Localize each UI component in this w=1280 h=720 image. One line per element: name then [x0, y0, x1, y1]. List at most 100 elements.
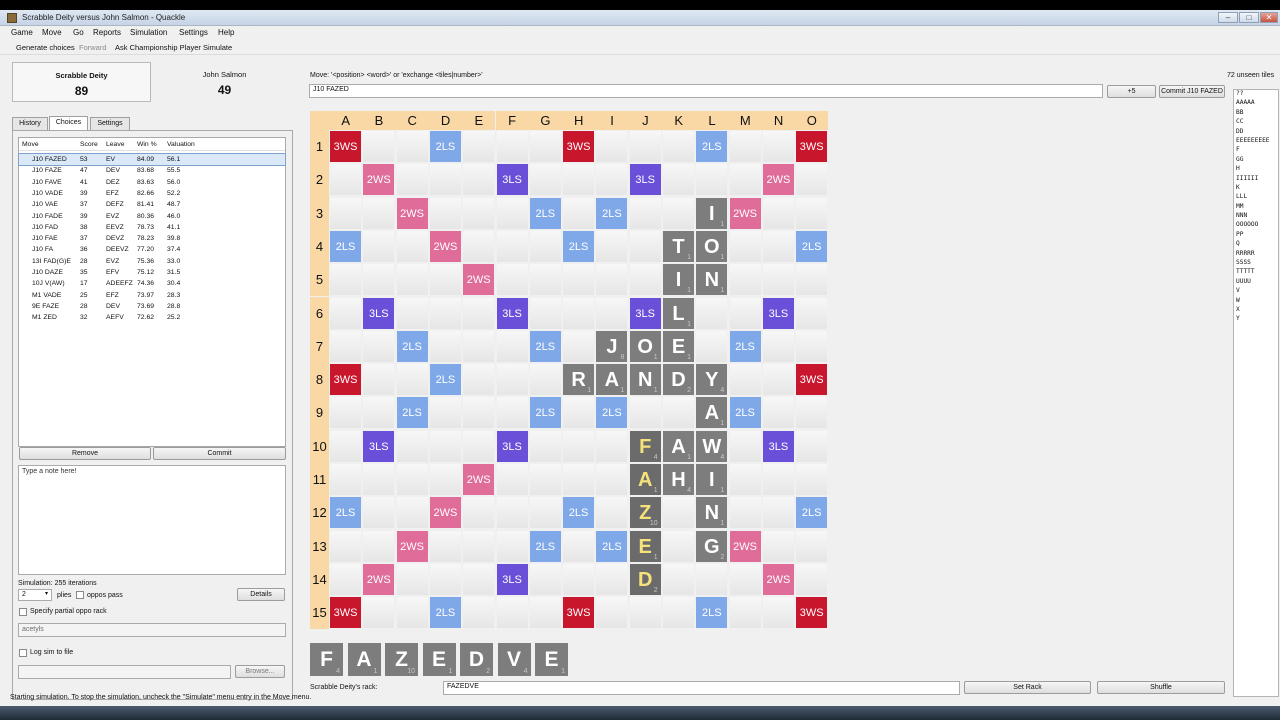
move-row[interactable]: J10 FAE 37 DEVZ 78.23 39.8 [19, 233, 285, 244]
board-square[interactable] [528, 163, 562, 197]
board-square[interactable] [528, 229, 562, 263]
partial-rack-checkbox[interactable] [19, 608, 27, 616]
board-square[interactable] [662, 396, 695, 430]
premium-square[interactable]: 2LS [428, 596, 462, 630]
rack-tile[interactable]: D2 [460, 643, 493, 676]
board-square[interactable] [462, 562, 496, 596]
maximize-button[interactable]: □ [1239, 12, 1259, 23]
board-square[interactable] [595, 130, 629, 163]
board-square[interactable] [728, 229, 762, 263]
premium-square[interactable]: 3LS [495, 163, 529, 197]
board-square[interactable] [528, 363, 562, 397]
oppos-pass-checkbox[interactable] [76, 591, 84, 599]
tab-settings[interactable]: Settings [90, 117, 130, 130]
menu-reports[interactable]: Reports [93, 28, 121, 37]
board-tile[interactable]: O1 [695, 229, 729, 263]
rack-tile[interactable]: Z 10 [385, 643, 418, 676]
board-square[interactable] [495, 329, 529, 363]
premium-square[interactable]: 3LS [761, 296, 795, 330]
board-square[interactable] [728, 562, 762, 596]
board-square[interactable] [495, 130, 529, 163]
board-square[interactable] [728, 163, 762, 197]
premium-square[interactable]: 2WS [462, 263, 496, 297]
board-square[interactable] [761, 229, 795, 263]
move-choices-list[interactable]: Move Score Leave Win % Valuation J10 FAZ… [18, 137, 286, 447]
board-square[interactable] [795, 263, 829, 297]
board-square[interactable] [395, 229, 429, 263]
move-row[interactable]: J10 FA 36 DEEVZ 77.20 37.4 [19, 244, 285, 255]
premium-square[interactable]: 2WS [728, 529, 762, 563]
board-square[interactable] [495, 263, 529, 297]
rack-tile[interactable]: F4 [310, 643, 343, 676]
board-square[interactable] [795, 196, 829, 230]
tab-choices[interactable]: Choices [49, 116, 88, 130]
board-square[interactable] [462, 529, 496, 563]
board-square[interactable] [462, 363, 496, 397]
board-square[interactable] [329, 529, 362, 563]
board-tile[interactable]: N1 [695, 263, 729, 297]
board-square[interactable] [395, 163, 429, 197]
premium-square[interactable]: 2LS [528, 196, 562, 230]
board-tile[interactable]: D2 [662, 363, 695, 397]
board-square[interactable] [428, 196, 462, 230]
board-square[interactable] [462, 596, 496, 630]
board-square[interactable] [562, 296, 596, 330]
board-square[interactable] [362, 329, 396, 363]
board-square[interactable] [662, 196, 695, 230]
board-square[interactable] [662, 496, 695, 530]
premium-square[interactable]: 3LS [628, 296, 662, 330]
board-square[interactable] [495, 363, 529, 397]
premium-square[interactable]: 3LS [495, 562, 529, 596]
board-tile[interactable]: W4 [695, 429, 729, 463]
premium-square[interactable]: 3LS [362, 429, 396, 463]
minimize-button[interactable]: – [1218, 12, 1238, 23]
premium-square[interactable]: 2WS [761, 562, 795, 596]
board-square[interactable] [628, 596, 662, 630]
board-square[interactable] [362, 529, 396, 563]
board-square[interactable] [728, 296, 762, 330]
board-square[interactable] [528, 496, 562, 530]
board-square[interactable] [395, 496, 429, 530]
col-valuation[interactable]: Valuation [167, 141, 195, 148]
premium-square[interactable]: 3LS [628, 163, 662, 197]
board-square[interactable] [562, 396, 596, 430]
board-square[interactable] [462, 229, 496, 263]
col-score[interactable]: Score [80, 141, 98, 148]
board-square[interactable] [795, 163, 829, 197]
board-square[interactable] [695, 562, 729, 596]
premium-square[interactable]: 2LS [428, 130, 462, 163]
board-tile[interactable]: E1 [662, 329, 695, 363]
board-square[interactable] [329, 396, 362, 430]
board-square[interactable] [395, 596, 429, 630]
board-square[interactable] [761, 130, 795, 163]
board-square[interactable] [761, 196, 795, 230]
board-square[interactable] [795, 396, 829, 430]
board-square[interactable] [528, 130, 562, 163]
board-square[interactable] [562, 463, 596, 496]
board-square[interactable] [362, 263, 396, 297]
board-square[interactable] [695, 296, 729, 330]
board-tile[interactable]: G2 [695, 529, 729, 563]
board-square[interactable] [462, 296, 496, 330]
board-square[interactable] [595, 296, 629, 330]
board-tile[interactable]: A1 [628, 463, 662, 496]
board-square[interactable] [595, 263, 629, 297]
board-tile[interactable]: H4 [662, 463, 695, 496]
board-square[interactable] [761, 596, 795, 630]
board-square[interactable] [562, 562, 596, 596]
board-square[interactable] [562, 196, 596, 230]
commit-move-button[interactable]: Commit J10 FAZED [1159, 85, 1225, 98]
premium-square[interactable]: 2LS [329, 496, 362, 530]
menu-simulation[interactable]: Simulation [130, 28, 167, 37]
premium-square[interactable]: 2LS [528, 529, 562, 563]
premium-square[interactable]: 2LS [562, 229, 596, 263]
board-tile[interactable]: I1 [695, 196, 729, 230]
premium-square[interactable]: 3WS [795, 130, 829, 163]
plus-five-button[interactable]: +5 [1107, 85, 1156, 98]
board-square[interactable] [761, 529, 795, 563]
board-square[interactable] [562, 163, 596, 197]
col-move[interactable]: Move [22, 141, 39, 148]
move-row[interactable]: J10 FADE 39 EVZ 80.36 46.0 [19, 211, 285, 222]
board-square[interactable] [428, 163, 462, 197]
board-square[interactable] [428, 429, 462, 463]
